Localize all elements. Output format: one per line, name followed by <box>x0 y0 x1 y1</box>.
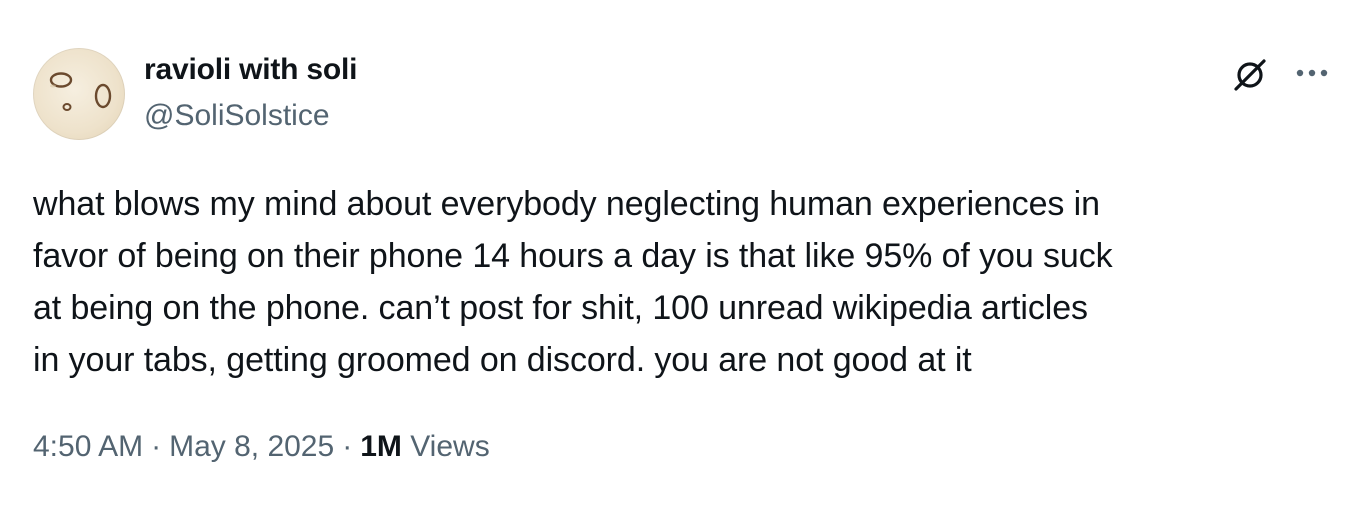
views-count: 1M <box>360 430 402 463</box>
views-label: Views <box>410 430 490 463</box>
tweet-meta: 4:50 AM · May 8, 2025 · 1M Views <box>33 430 490 464</box>
tweet-card: ravioli with soli @SoliSolstice what blo… <box>0 0 1372 510</box>
tweet-text-line: what blows my mind about everybody negle… <box>33 185 1100 223</box>
grok-icon[interactable] <box>1230 55 1270 95</box>
tweet-text-line: favor of being on their phone 14 hours a… <box>33 237 1113 275</box>
meta-separator: · <box>342 430 353 463</box>
avatar[interactable] <box>33 48 125 140</box>
tweet-text: what blows my mind about everybody negle… <box>33 178 1333 386</box>
views-link[interactable]: 1M Views <box>360 430 490 463</box>
more-options-icon[interactable] <box>1292 59 1332 87</box>
tweet-text-line: in your tabs, getting groomed on discord… <box>33 341 972 379</box>
tweet-date: May 8, 2025 <box>169 430 335 463</box>
author-handle[interactable]: @SoliSolstice <box>144 99 330 133</box>
meta-separator: · <box>151 430 162 463</box>
ravioli-avatar-icon <box>49 72 112 111</box>
tweet-text-line: at being on the phone. can’t post for sh… <box>33 289 1088 327</box>
tweet-time-link[interactable]: 4:50 AM · May 8, 2025 <box>33 430 334 463</box>
author-display-name[interactable]: ravioli with soli <box>144 53 358 87</box>
tweet-time: 4:50 AM <box>33 430 144 463</box>
